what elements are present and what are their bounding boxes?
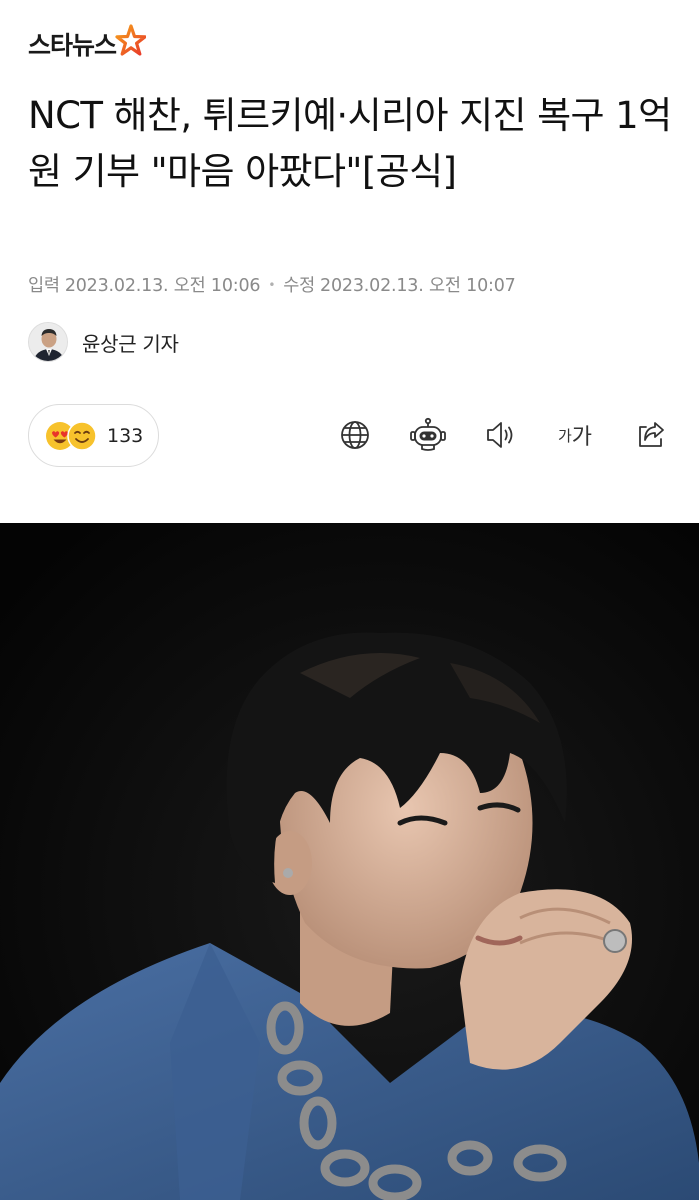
modified-label: 수정 — [283, 276, 316, 296]
reaction-count: 133 — [107, 424, 144, 447]
speaker-icon — [487, 422, 513, 448]
logo-text: 스타뉴스 — [28, 31, 117, 60]
translate-button[interactable] — [335, 415, 375, 455]
font-small-glyph: 가 — [557, 426, 572, 445]
star-logo-icon — [115, 24, 147, 56]
share-button[interactable] — [631, 415, 671, 455]
input-date: 2023.02.13. 오전 10:06 — [64, 276, 261, 296]
globe-icon — [341, 421, 369, 449]
smile-emoji-icon — [67, 420, 97, 451]
reaction-button[interactable]: 133 — [28, 404, 159, 467]
robot-icon — [410, 417, 446, 451]
article-page: 스타뉴스 NCT 해찬, 튀르키예·시리아 지진 복구 1억원 기부 "마음 아… — [0, 0, 699, 1200]
share-icon — [639, 422, 664, 447]
modified-date: 2023.02.13. 오전 10:07 — [320, 276, 516, 296]
reporter-info[interactable]: 윤상근 기자 — [28, 322, 179, 362]
starnews-logo[interactable]: 스타뉴스 — [28, 22, 147, 66]
summary-bot-button[interactable] — [408, 415, 448, 455]
reporter-name[interactable]: 윤상근 기자 — [82, 328, 179, 357]
article-headline: NCT 해찬, 튀르키예·시리아 지진 복구 1억원 기부 "마음 아팠다"[공… — [28, 94, 672, 193]
portrait-image — [0, 523, 699, 1200]
read-aloud-button[interactable] — [481, 415, 521, 455]
article-dates: 입력 2023.02.13. 오전 10:06 • 수정 2023.02.13.… — [28, 272, 516, 297]
font-big-glyph: 가 — [571, 425, 593, 450]
reporter-avatar[interactable] — [28, 322, 68, 362]
article-photo — [0, 523, 699, 1200]
reporter-photo-icon — [29, 323, 67, 361]
input-label: 입력 — [28, 276, 60, 296]
date-separator: • — [268, 277, 276, 292]
font-size-button[interactable]: 가가 — [555, 415, 595, 455]
